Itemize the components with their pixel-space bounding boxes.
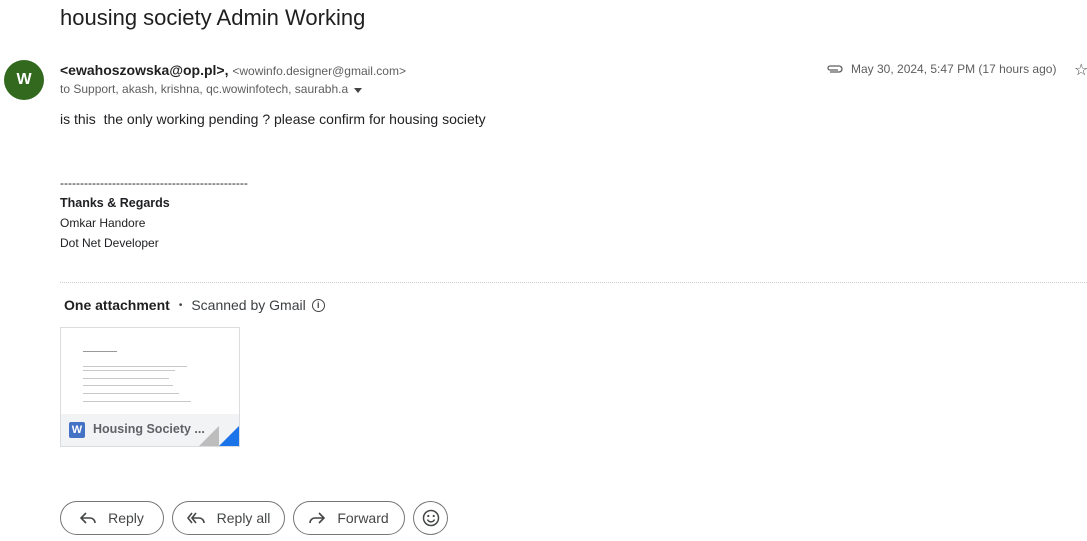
attachments-count: One attachment xyxy=(64,297,170,313)
page-fold-icon xyxy=(219,426,239,446)
forward-label: Forward xyxy=(337,510,389,526)
reply-all-label: Reply all xyxy=(216,510,271,526)
email-date: May 30, 2024, 5:47 PM (17 hours ago) xyxy=(851,62,1057,76)
sender-line: <ewahoszowska@op.pl>, <wowinfo.designer@… xyxy=(60,62,406,78)
attachment-preview xyxy=(61,328,239,414)
forward-icon xyxy=(309,512,326,524)
signature-separator: ----------------------------------------… xyxy=(60,176,248,190)
reply-all-icon xyxy=(186,512,205,524)
signature: ----------------------------------------… xyxy=(60,173,248,253)
word-doc-icon: W xyxy=(69,422,85,438)
attachment-clip-icon xyxy=(827,65,843,73)
sender-avatar[interactable]: W xyxy=(4,60,44,100)
forward-button[interactable]: Forward xyxy=(293,501,405,535)
separator-dot: • xyxy=(178,299,183,311)
email-subject: housing society Admin Working xyxy=(60,5,366,30)
attachment-name: Housing Society ... xyxy=(93,422,205,436)
reply-icon xyxy=(80,512,96,524)
signature-name: Omkar Handore xyxy=(60,216,146,230)
smiley-icon xyxy=(422,509,439,527)
info-icon[interactable]: i xyxy=(311,298,325,312)
reply-button[interactable]: Reply xyxy=(60,501,164,535)
sender-email: <wowinfo.designer@gmail.com> xyxy=(232,64,406,78)
reply-label: Reply xyxy=(108,510,144,526)
emoji-reaction-button[interactable] xyxy=(413,501,448,535)
email-body: is this the only working pending ? pleas… xyxy=(60,111,486,127)
page-fold-shadow xyxy=(199,426,219,446)
signature-title: Dot Net Developer xyxy=(60,236,159,250)
attachments-header: One attachment • Scanned by Gmail i xyxy=(64,297,325,313)
star-icon[interactable]: ☆ xyxy=(1074,60,1087,80)
attachments-divider xyxy=(60,282,1087,283)
scanned-label: Scanned by Gmail xyxy=(191,297,306,313)
email-meta: May 30, 2024, 5:47 PM (17 hours ago) xyxy=(826,62,1056,76)
signature-greeting: Thanks & Regards xyxy=(60,196,170,210)
attachment-card[interactable]: W Housing Society ... xyxy=(60,327,240,447)
sender-name[interactable]: <ewahoszowska@op.pl>, xyxy=(60,62,228,78)
recipients[interactable]: to Support, akash, krishna, qc.wowinfote… xyxy=(60,82,363,96)
recipients-text: to Support, akash, krishna, qc.wowinfote… xyxy=(60,82,349,96)
reply-all-button[interactable]: Reply all xyxy=(172,501,285,535)
chevron-down-icon[interactable] xyxy=(354,87,363,93)
